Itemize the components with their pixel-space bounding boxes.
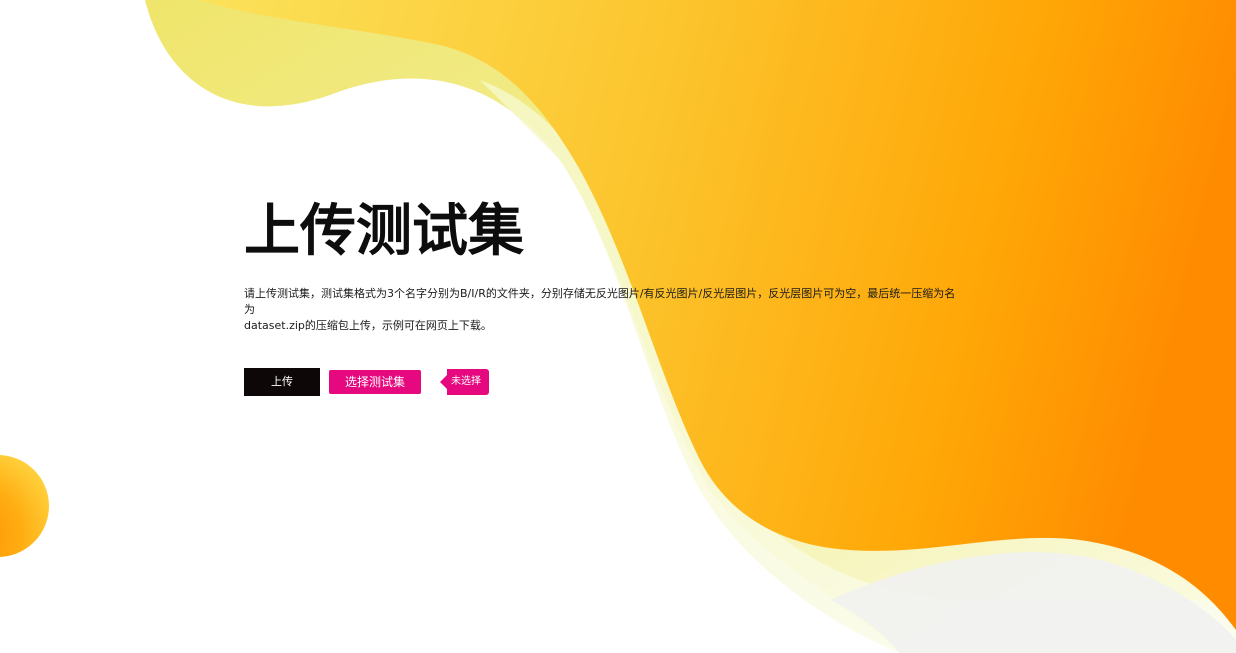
file-status-badge: 未选择: [440, 369, 490, 395]
page: 上传测试集 请上传测试集，测试集格式为3个名字分别为B/I/R的文件夹，分别存储…: [0, 0, 1236, 653]
decorative-ball: [0, 455, 49, 557]
choose-dataset-button[interactable]: 选择测试集: [329, 370, 422, 394]
description-line-1: 请上传测试集，测试集格式为3个名字分别为B/I/R的文件夹，分别存储无反光图片/…: [244, 287, 956, 316]
description-line-2: dataset.zip的压缩包上传，示例可在网页上下载。: [244, 319, 492, 332]
page-description: 请上传测试集，测试集格式为3个名字分别为B/I/R的文件夹，分别存储无反光图片/…: [244, 286, 964, 334]
page-title: 上传测试集: [244, 199, 524, 264]
file-status-text: 未选择: [447, 369, 490, 395]
upload-actions: 上传 选择测试集 未选择: [244, 368, 490, 396]
upload-button[interactable]: 上传: [244, 368, 320, 396]
badge-pointer-icon: [440, 375, 448, 389]
main-content: 上传测试集 请上传测试集，测试集格式为3个名字分别为B/I/R的文件夹，分别存储…: [244, 200, 1004, 334]
